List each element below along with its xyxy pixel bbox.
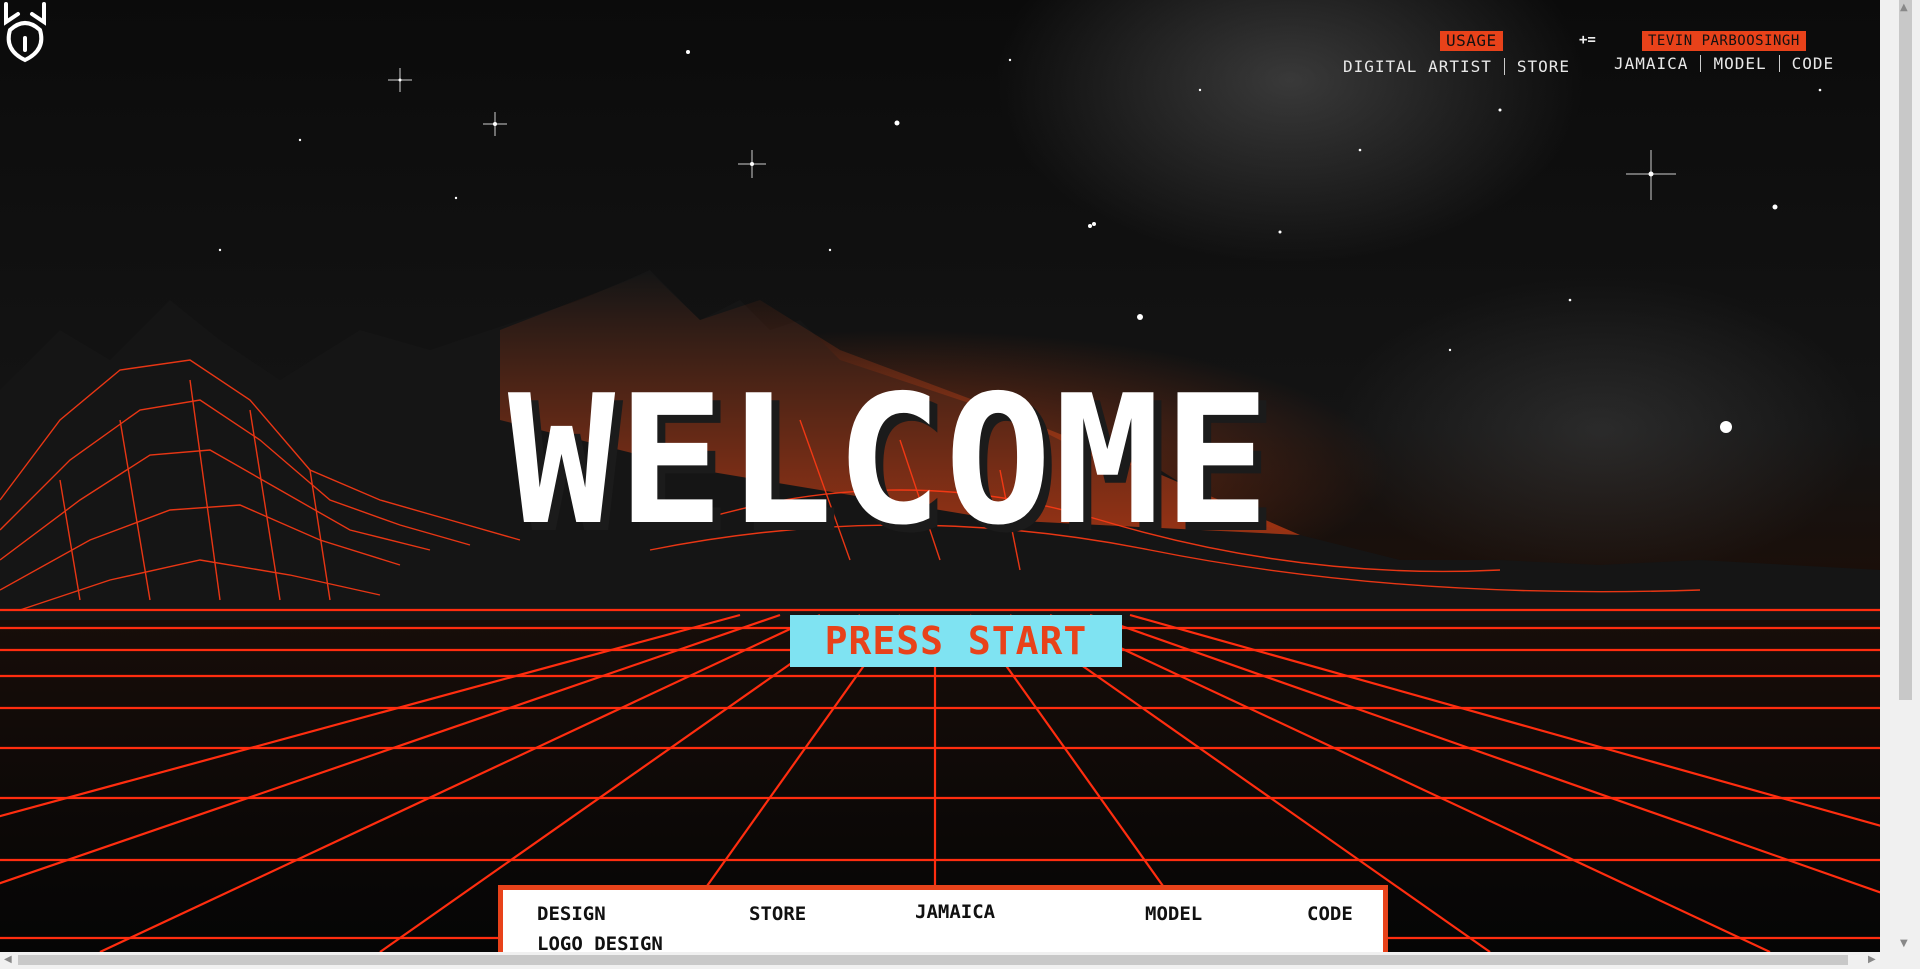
menu-store[interactable]: STORE <box>749 903 806 925</box>
nav-digital-artist[interactable]: DIGITAL ARTIST <box>1343 57 1492 76</box>
nav-code[interactable]: CODE <box>1792 54 1835 73</box>
vertical-scrollbar-thumb[interactable] <box>1899 0 1912 700</box>
top-nav-right: JAMAICA MODEL CODE <box>1614 54 1834 73</box>
nav-divider <box>1778 55 1780 72</box>
scroll-down-icon[interactable]: ▼ <box>1900 938 1908 949</box>
nav-divider <box>1503 58 1505 75</box>
scroll-left-icon[interactable]: ◀ <box>4 954 12 965</box>
artist-name-badge[interactable]: TEVIN PARBOOSINGH <box>1642 31 1806 51</box>
welcome-title: WELCOME <box>507 357 1273 564</box>
scroll-right-icon[interactable]: ▶ <box>1868 954 1876 965</box>
scroll-up-icon[interactable]: ▲ <box>1900 2 1908 13</box>
bottom-menu-panel: DESIGN STORE JAMAICA MODEL CODE LOGO DES… <box>498 885 1388 955</box>
logo-icon[interactable] <box>0 0 50 66</box>
nav-jamaica[interactable]: JAMAICA <box>1614 54 1688 73</box>
menu-jamaica[interactable]: JAMAICA <box>915 901 995 923</box>
usage-link[interactable]: USAGE <box>1440 31 1503 51</box>
nav-model[interactable]: MODEL <box>1713 54 1766 73</box>
horizontal-scrollbar-thumb[interactable] <box>18 955 1848 965</box>
menu-code[interactable]: CODE <box>1307 903 1353 925</box>
nav-divider <box>1700 55 1702 72</box>
plus-equals-label: += <box>1579 32 1596 48</box>
press-start-button[interactable]: PRESS START <box>790 615 1122 667</box>
nav-store[interactable]: STORE <box>1517 57 1570 76</box>
top-nav-left: DIGITAL ARTIST STORE <box>1343 57 1570 76</box>
menu-design[interactable]: DESIGN <box>537 903 606 925</box>
menu-model[interactable]: MODEL <box>1145 903 1202 925</box>
